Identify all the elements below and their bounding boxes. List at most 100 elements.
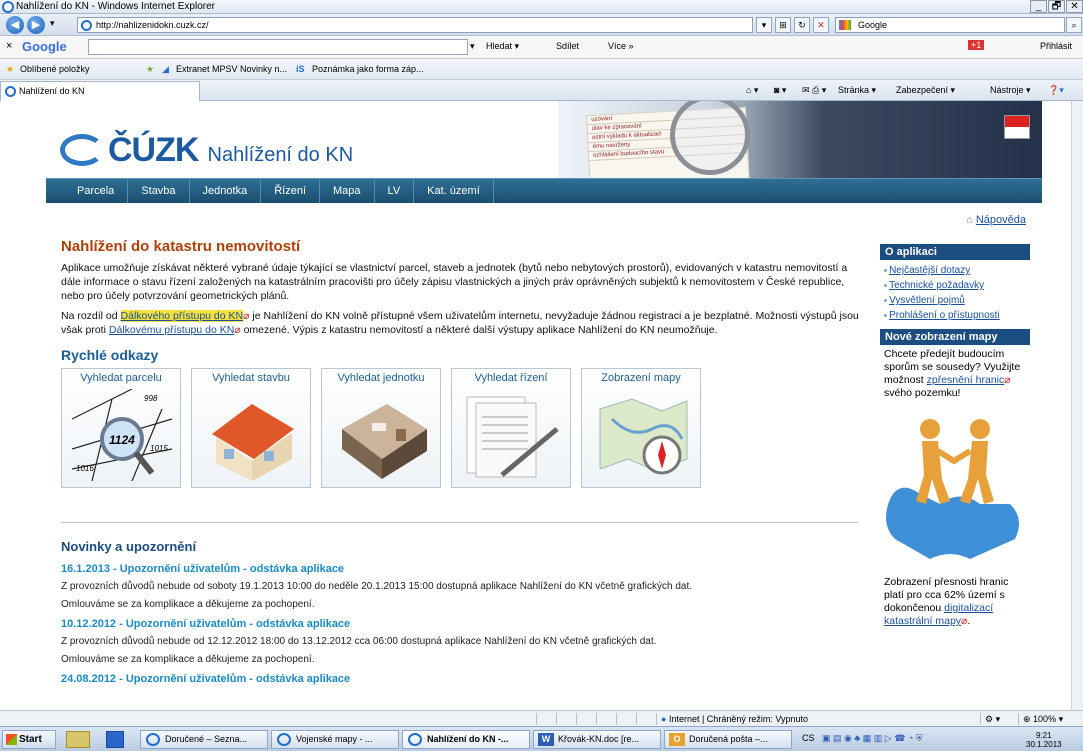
- cuzk-logo-mark: [60, 134, 104, 166]
- google-more-button[interactable]: Více »: [608, 41, 634, 51]
- maximize-button[interactable]: 🗗: [1048, 0, 1065, 13]
- google-search-input[interactable]: [88, 39, 468, 55]
- address-input[interactable]: http://nahlizenidokn.cuzk.cz/: [77, 17, 753, 33]
- quick-links: Vyhledat parcelu 1124 998 1015 1016 Vyhl…: [61, 368, 861, 488]
- search-go-icon[interactable]: ⌕: [1066, 17, 1082, 33]
- nav-rizeni[interactable]: Řízení: [261, 179, 320, 203]
- remote-access-link-2[interactable]: Dálkovému přístupu do KN: [109, 324, 234, 336]
- page-menu[interactable]: Stránka ▾: [838, 85, 876, 96]
- main-nav: Parcela Stavba Jednotka Řízení Mapa LV K…: [46, 178, 1042, 203]
- page-title: Nahlížení do katastru nemovitostí: [61, 238, 301, 255]
- print-icon[interactable]: ✉ ⎙ ▾: [802, 85, 826, 96]
- main-content: Nahlížení do katastru nemovitostí Aplika…: [61, 238, 861, 488]
- protected-mode-icon[interactable]: ⚙ ▾: [980, 713, 1016, 725]
- news-item-heading[interactable]: 16.1.2013 - Upozornění uživatelům - odst…: [61, 563, 861, 575]
- favorite-item-poznamka[interactable]: Poznámka jako forma záp...: [312, 64, 424, 74]
- nav-parcela[interactable]: Parcela: [64, 179, 129, 203]
- nav-jednotka[interactable]: Jednotka: [190, 179, 262, 203]
- tile-vyhledat-stavbu[interactable]: Vyhledat stavbu: [191, 368, 311, 488]
- tab-nahlizeni[interactable]: Nahlížení do KN: [0, 81, 200, 101]
- tile-vyhledat-rizeni[interactable]: Vyhledat řízení: [451, 368, 571, 488]
- about-title: O aplikaci: [880, 244, 1030, 260]
- zoom-control[interactable]: ⊕ 100% ▾: [1018, 713, 1080, 725]
- tile-label: Vyhledat parcelu: [80, 372, 162, 384]
- address-dropdown-icon[interactable]: ▾: [756, 17, 772, 33]
- task-vojenske-mapy[interactable]: Vojenské mapy - ...: [271, 730, 399, 749]
- search-input[interactable]: Google: [835, 17, 1065, 33]
- task-dorucene-seznam[interactable]: Doručené – Sezna...: [140, 730, 268, 749]
- add-favorite-icon[interactable]: ★: [146, 64, 154, 75]
- window-title-bar: Nahlížení do KN - Windows Internet Explo…: [0, 0, 1083, 14]
- nav-lv[interactable]: LV: [375, 179, 415, 203]
- parcel-number: 998: [144, 394, 158, 403]
- accessibility-link[interactable]: Prohlášení o přístupnosti: [889, 310, 1000, 321]
- tech-requirements-link[interactable]: Technické požadavky: [889, 280, 984, 291]
- parcel-number: 1124: [109, 433, 135, 447]
- forward-button[interactable]: ▶: [27, 16, 45, 34]
- nav-mapa[interactable]: Mapa: [320, 179, 375, 203]
- toolbar-close-icon[interactable]: ×: [6, 40, 12, 52]
- refine-boundaries-link[interactable]: zpřesnění hranic: [927, 374, 1005, 386]
- remote-access-link[interactable]: Dálkového přístupu do KN: [120, 310, 244, 322]
- zoom-label: 100%: [1033, 714, 1057, 724]
- outlook-quicklaunch-icon[interactable]: [106, 731, 124, 748]
- compat-icon[interactable]: ⊞: [775, 17, 791, 33]
- news-item-heading[interactable]: 24.08.2012 - Upozornění uživatelům - ods…: [61, 673, 861, 685]
- window-title: Nahlížení do KN - Windows Internet Explo…: [16, 1, 215, 12]
- tile-vyhledat-parcelu[interactable]: Vyhledat parcelu 1124 998 1015 1016: [61, 368, 181, 488]
- extranet-icon: ◢: [162, 64, 169, 74]
- security-menu[interactable]: Zabezpečení ▾: [896, 85, 955, 96]
- home-icon[interactable]: ⌂ ▾: [746, 85, 758, 96]
- document-pen-icon: [466, 396, 559, 478]
- coat-of-arms-icon: [1004, 115, 1030, 139]
- status-pane: [576, 713, 594, 725]
- explorer-quicklaunch-icon[interactable]: [66, 731, 90, 748]
- language-indicator[interactable]: CS: [802, 730, 815, 747]
- terms-link[interactable]: Vysvětlení pojmů: [889, 295, 965, 306]
- clock-date[interactable]: 30.1.2013: [1026, 736, 1062, 753]
- google-share-button[interactable]: Sdílet: [556, 41, 579, 51]
- site-logo[interactable]: ČÚZK Nahlížení do KN: [108, 131, 353, 170]
- feeds-icon[interactable]: ◙ ▾: [774, 85, 786, 96]
- tray-icons[interactable]: ▣ ▤ ◉ ♣ ▦ ▥ ▷ ☎ ◔ ⛨: [822, 730, 923, 747]
- google-dropdown-icon[interactable]: ▾: [470, 41, 475, 52]
- page-icon: [81, 20, 92, 31]
- google-icon: [839, 20, 851, 30]
- favorite-item-extranet[interactable]: Extranet MPSV Novinky n...: [176, 64, 287, 74]
- ie-icon: [408, 733, 422, 746]
- refresh-icon[interactable]: ↻: [794, 17, 810, 33]
- help-link[interactable]: Nápověda: [976, 214, 1026, 226]
- favorites-button[interactable]: Oblíbené položky: [20, 64, 90, 74]
- nav-kat-uzemi[interactable]: Kat. území: [414, 179, 494, 203]
- status-pane: [596, 713, 614, 725]
- start-button[interactable]: Start: [2, 730, 56, 749]
- task-dorucena-posta[interactable]: O Doručená pošta –...: [664, 730, 792, 749]
- map-title: Nové zobrazení mapy: [880, 329, 1030, 345]
- tile-vyhledat-jednotku[interactable]: Vyhledat jednotku: [321, 368, 441, 488]
- faq-link[interactable]: Nejčastější dotazy: [889, 265, 970, 276]
- news-section: Novinky a upozornění 16.1.2013 - Upozorn…: [61, 539, 861, 691]
- help-icon[interactable]: ❓▾: [1048, 85, 1064, 96]
- stop-icon[interactable]: ✕: [813, 17, 829, 33]
- back-button[interactable]: ◀: [6, 16, 24, 34]
- minimize-button[interactable]: _: [1030, 0, 1047, 13]
- task-krovak-doc[interactable]: W Křovák-KN.doc [re...: [533, 730, 661, 749]
- security-zone[interactable]: ● Internet | Chráněný režim: Vypnuto: [656, 713, 956, 725]
- task-nahlizeni[interactable]: Nahlížení do KN -...: [402, 730, 530, 749]
- windows-logo-icon: [6, 734, 17, 745]
- gplus-button[interactable]: +1: [968, 40, 985, 50]
- google-login-link[interactable]: Přihlásit: [1040, 41, 1072, 51]
- vertical-scrollbar[interactable]: [1071, 101, 1083, 710]
- tools-menu[interactable]: Nástroje ▾: [990, 85, 1031, 96]
- tile-zobrazeni-mapy[interactable]: Zobrazení mapy: [581, 368, 701, 488]
- nav-stavba[interactable]: Stavba: [128, 179, 190, 203]
- news-item-heading[interactable]: 10.12.2012 - Upozornění uživatelům - ods…: [61, 618, 861, 630]
- close-button[interactable]: ✕: [1066, 0, 1083, 13]
- intro-paragraph: Aplikace umožňuje získávat některé vybra…: [61, 262, 848, 302]
- google-search-button[interactable]: Hledat ▾: [486, 41, 519, 52]
- history-dropdown-icon[interactable]: ▾: [50, 18, 55, 29]
- site-banner: ČÚZK Nahlížení do KN uzování úlav ke zpr…: [46, 101, 1042, 178]
- status-pane: [536, 713, 554, 725]
- news-item-text: Z provozních důvodů nebude od 12.12.2012…: [61, 636, 657, 647]
- house-icon: [212, 404, 294, 481]
